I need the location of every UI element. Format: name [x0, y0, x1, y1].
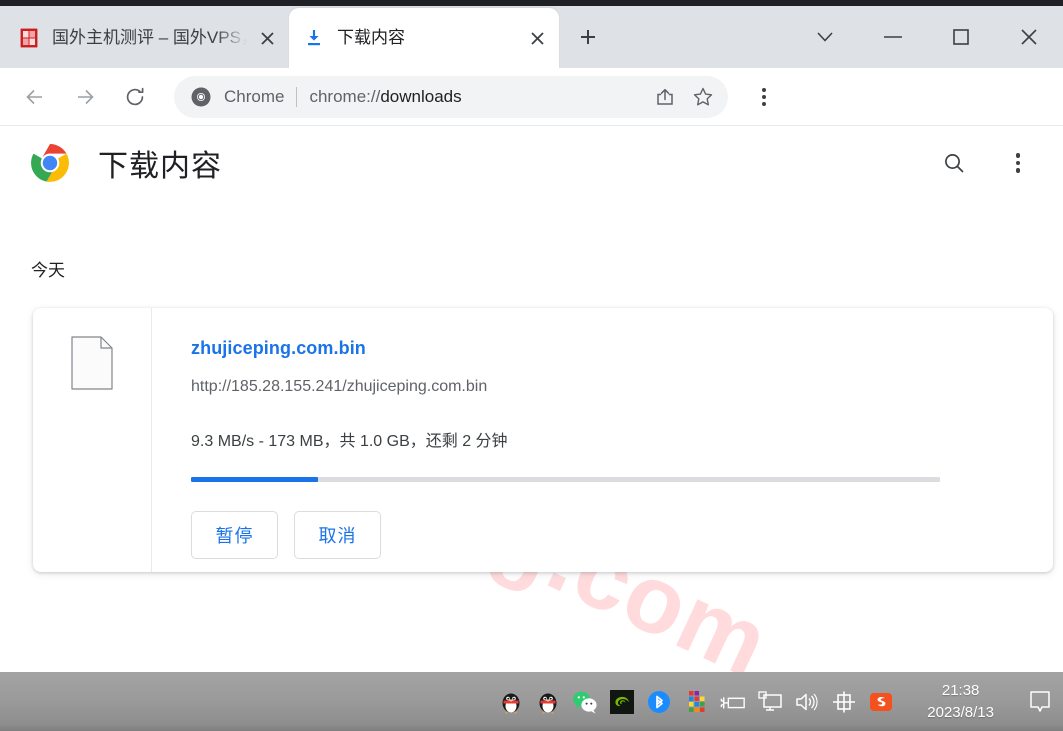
pause-button[interactable]: 暂停 [191, 511, 278, 559]
minus-icon [884, 36, 902, 38]
download-actions: 暂停 取消 [191, 511, 1053, 559]
qq-penguin-icon [539, 693, 557, 714]
qq-penguin-icon [502, 693, 520, 714]
tab-site[interactable]: 国外主机测评 – 国外VPS，国 [4, 8, 289, 68]
tab-strip: 国外主机测评 – 国外VPS，国 下载内容 [0, 0, 1063, 68]
menu-dot [1015, 160, 1021, 166]
file-source-url: http://185.28.155.241/zhujiceping.com.bi… [191, 378, 488, 395]
ime-icon[interactable] [831, 689, 857, 715]
back-button[interactable] [15, 77, 55, 117]
ime-chinese-icon [833, 691, 856, 712]
taskbar-clock[interactable]: 21:38 2023/8/13 [927, 680, 994, 724]
address-bar[interactable]: Chrome chrome://downloads [174, 75, 728, 118]
browser-toolbar: Chrome chrome://downloads [0, 68, 1063, 126]
wechat-icon[interactable] [572, 689, 598, 715]
chrome-logo-icon [31, 144, 69, 182]
menu-dot [762, 101, 766, 106]
taskbar: 21:38 2023/8/13 [0, 672, 1063, 731]
color-grid-icon [689, 690, 705, 712]
arrow-left-icon [26, 89, 42, 104]
share-button[interactable] [648, 80, 682, 114]
menu-dot [1015, 168, 1021, 173]
close-button[interactable] [995, 6, 1063, 68]
screen: 国外主机测评 – 国外VPS，国 下载内容 [0, 0, 1063, 731]
new-tab-button[interactable] [571, 20, 605, 54]
reload-icon [126, 87, 144, 105]
download-icon [308, 30, 320, 46]
download-item-body: zhujiceping.com.bin http://185.28.155.24… [152, 308, 1053, 572]
omnibox-url-prefix: chrome:// [309, 86, 381, 106]
plus-icon [581, 30, 595, 44]
qq-icon[interactable] [498, 689, 524, 715]
display-icon [758, 690, 783, 711]
volume-icon[interactable] [794, 689, 820, 715]
clock-time: 21:38 [941, 681, 980, 699]
arrow-right-icon [78, 89, 94, 104]
color-grid-icon[interactable] [683, 689, 709, 715]
omnibox-url[interactable]: chrome://downloads [309, 87, 646, 107]
close-icon [1021, 29, 1037, 45]
close-icon [260, 31, 274, 45]
notification-button[interactable] [1025, 686, 1055, 718]
sogou-icon[interactable] [868, 689, 894, 715]
search-icon [945, 154, 964, 173]
downloads-page: zhujiceping.com 下载内容 [0, 126, 1063, 672]
sogou-icon [870, 692, 893, 711]
notification-bubble-icon [1030, 690, 1050, 712]
volume-icon [796, 693, 818, 710]
wechat-icon [573, 691, 597, 713]
display-icon[interactable] [757, 689, 783, 715]
tab-title-downloads: 下载内容 [337, 28, 405, 47]
downloads-header: 下载内容 [0, 126, 1063, 200]
file-name-link[interactable]: zhujiceping.com.bin [191, 338, 1053, 359]
download-status-text: 9.3 MB/s - 173 MB，共 1.0 GB，还剩 2 分钟 [191, 433, 508, 450]
bluetooth-icon [648, 690, 671, 713]
downloads-menu-button[interactable] [997, 142, 1039, 184]
chrome-icon [191, 87, 211, 106]
battery-icon[interactable] [720, 689, 746, 715]
download-progress-bar [191, 477, 940, 482]
tab-title-site: 国外主机测评 – 国外VPS，国 [52, 28, 247, 47]
tab-downloads[interactable]: 下载内容 [289, 8, 559, 68]
cancel-button[interactable]: 取消 [294, 511, 381, 559]
bookmark-button[interactable] [686, 80, 720, 114]
tab-close-site-icon[interactable] [253, 24, 281, 52]
forward-button[interactable] [65, 77, 105, 117]
date-group-label: 今天 [31, 261, 65, 280]
download-item-card[interactable]: zhujiceping.com.bin http://185.28.155.24… [33, 308, 1053, 572]
star-icon [693, 87, 713, 105]
browser-window: 国外主机测评 – 国外VPS，国 下载内容 [0, 0, 1063, 672]
close-icon [530, 31, 544, 45]
nvidia-icon [610, 689, 635, 714]
tab-search-button[interactable] [791, 6, 859, 68]
site-favicon-icon [20, 28, 38, 48]
generic-file-icon [71, 336, 113, 390]
page-title: 下载内容 [98, 150, 222, 183]
maximize-button[interactable] [927, 6, 995, 68]
system-tray: 21:38 2023/8/13 [498, 680, 1055, 724]
nvidia-icon[interactable] [609, 689, 635, 715]
menu-dot [762, 94, 766, 99]
square-icon [953, 29, 969, 45]
qq-icon-2[interactable] [535, 689, 561, 715]
omnibox-scheme-label: Chrome [224, 86, 285, 106]
browser-menu-button[interactable] [746, 79, 782, 115]
reload-button[interactable] [115, 77, 155, 117]
menu-dot [762, 87, 766, 92]
window-controls [791, 6, 1063, 68]
search-downloads-button[interactable] [933, 142, 975, 184]
tab-close-downloads-icon[interactable] [523, 24, 551, 52]
omnibox-divider [296, 86, 298, 107]
file-icon-column [33, 308, 152, 572]
clock-date: 2023/8/13 [927, 703, 994, 721]
share-icon [657, 88, 673, 105]
menu-dot [1015, 153, 1021, 158]
chevron-down-icon [817, 32, 833, 42]
bluetooth-icon[interactable] [646, 689, 672, 715]
download-progress-fill [191, 477, 319, 482]
minimize-button[interactable] [859, 6, 927, 68]
battery-plug-icon [720, 696, 746, 708]
omnibox-url-suffix: downloads [380, 86, 462, 106]
